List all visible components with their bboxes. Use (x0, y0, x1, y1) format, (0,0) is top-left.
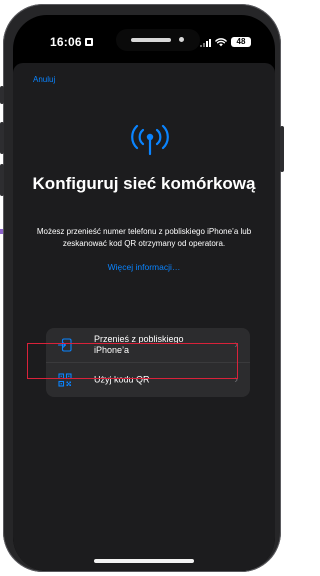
wifi-icon (215, 37, 227, 46)
home-indicator[interactable] (94, 559, 194, 563)
chevron-right-icon: › (234, 374, 238, 386)
chevron-right-icon: › (234, 339, 238, 351)
option-use-qr-code[interactable]: Użyj kodu QR › (46, 362, 250, 397)
option-qr-label: Użyj kodu QR (94, 374, 150, 385)
status-time: 16:06 (50, 35, 93, 49)
transfer-icon (58, 338, 72, 352)
antenna-icon (131, 124, 169, 156)
dynamic-island-indicator (131, 38, 171, 42)
page-description: Możesz przenieść numer telefonu z poblis… (36, 227, 252, 248)
page-title: Konfiguruj sieć komórkową (32, 174, 256, 193)
option-transfer-label: Przenieś z pobliskiego iPhone’a (94, 334, 184, 355)
status-bar: 16:06 48 (13, 15, 275, 65)
setup-options-list: Przenieś z pobliskiego iPhone’a › Użyj k… (46, 328, 250, 397)
option-transfer-from-iphone[interactable]: Przenieś z pobliskiego iPhone’a › (46, 328, 250, 362)
more-info-link[interactable]: Więcej informacji… (13, 262, 275, 272)
status-indicators: 48 (200, 37, 251, 47)
phone-frame: 16:06 48 Anuluj Konfiguruj sieć komórkow… (0, 4, 284, 572)
qr-code-icon (58, 373, 72, 387)
phone-screen: 16:06 48 Anuluj Konfiguruj sieć komórkow… (13, 15, 275, 571)
action-button (0, 86, 4, 104)
notification-icon (84, 38, 93, 46)
battery-icon: 48 (231, 37, 251, 47)
power-button (280, 126, 284, 172)
volume-up-button (0, 122, 4, 154)
cellular-signal-icon (200, 38, 211, 47)
volume-down-button (0, 164, 4, 196)
screenshot-stage: 16:06 48 Anuluj Konfiguruj sieć komórkow… (0, 0, 287, 576)
status-time-text: 16:06 (50, 35, 82, 49)
cancel-button[interactable]: Anuluj (33, 75, 55, 84)
dynamic-island-dot (179, 37, 184, 42)
